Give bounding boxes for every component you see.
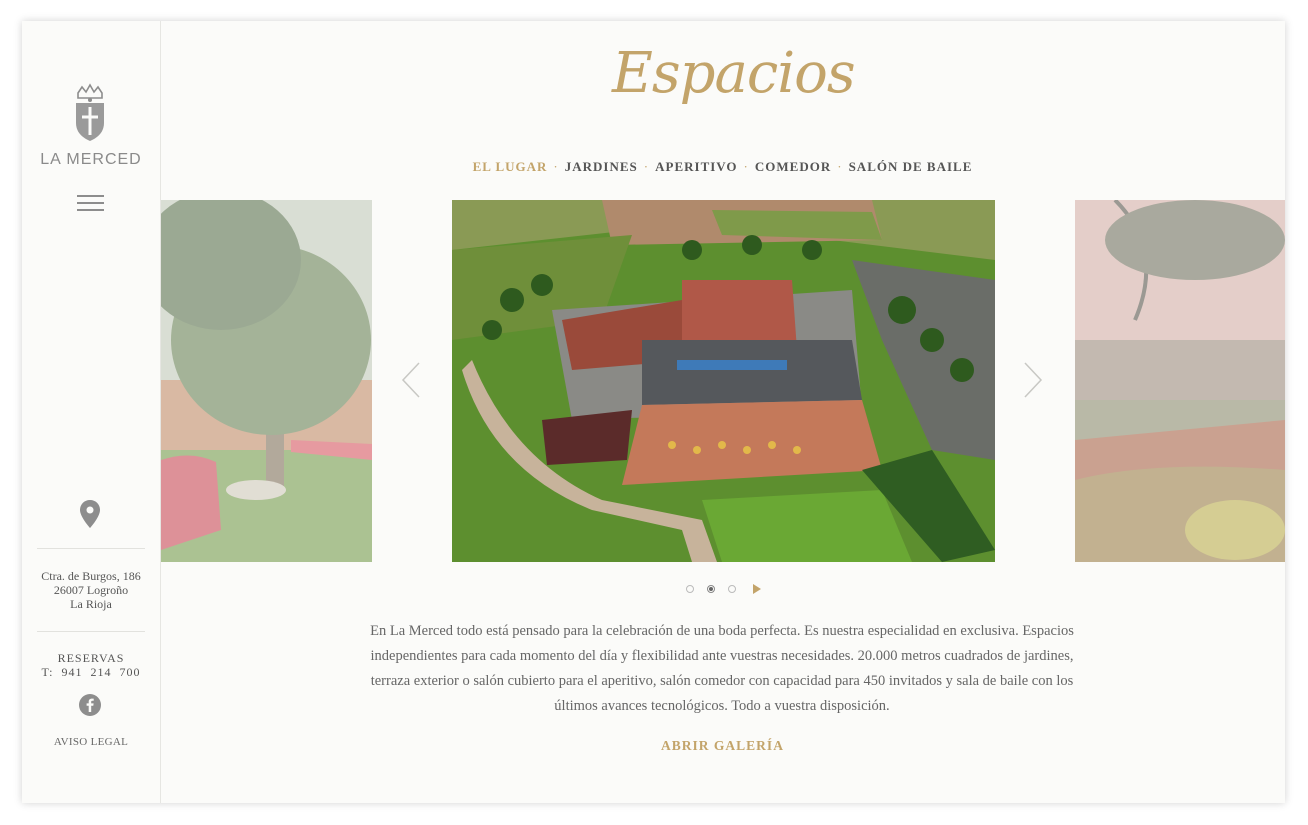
carousel-slide-previous[interactable] (161, 200, 372, 562)
address: Ctra. de Burgos, 186 26007 Logroño La Ri… (22, 569, 160, 611)
olive-tree-garden-image (161, 200, 372, 562)
description-text: En La Merced todo está pensado para la c… (370, 623, 1074, 714)
reservas-block: RESERVAS T: 941 214 700 (22, 651, 160, 679)
nav-separator: · (837, 159, 843, 174)
nav-item-comedor[interactable]: COMEDOR (755, 159, 831, 174)
divider (37, 631, 145, 632)
nav-item-salon-de-baile[interactable]: SALÓN DE BAILE (849, 159, 973, 174)
vineyard-sunset-image (1075, 200, 1285, 562)
carousel-dot-1[interactable] (686, 585, 694, 593)
nav-item-aperitivo[interactable]: APERITIVO (655, 159, 737, 174)
brand-name[interactable]: LA MERCED (22, 151, 160, 169)
map-pin-icon (80, 500, 100, 528)
divider (37, 548, 145, 549)
carousel-dot-3[interactable] (728, 585, 736, 593)
nav-item-el-lugar[interactable]: EL LUGAR (473, 159, 548, 174)
legal-link[interactable]: AVISO LEGAL (22, 736, 160, 748)
carousel-slide-active[interactable] (452, 200, 995, 562)
sidebar: LA MERCED Ctra. de Burgos, 186 26007 Log… (22, 21, 161, 803)
section-nav: EL LUGAR · JARDINES · APERITIVO · COMEDOR · SALÓ… (160, 159, 1285, 175)
address-line-1: Ctra. de Burgos, 186 (41, 569, 141, 583)
reservas-label: RESERVAS (57, 651, 125, 665)
crest-icon[interactable] (72, 83, 108, 143)
chevron-right-icon[interactable] (1022, 361, 1044, 399)
chevron-left-icon[interactable] (400, 361, 422, 399)
nav-separator: · (553, 159, 559, 174)
nav-separator: · (643, 159, 650, 174)
nav-separator: · (743, 159, 749, 174)
facebook-icon[interactable] (79, 694, 101, 716)
carousel-dot-2[interactable] (707, 585, 715, 593)
page-frame: LA MERCED Ctra. de Burgos, 186 26007 Log… (22, 21, 1285, 803)
open-gallery-link[interactable]: ABRIR GALERÍA (160, 738, 1285, 754)
address-line-2: 26007 Logroño (53, 583, 129, 597)
address-line-3: La Rioja (70, 597, 112, 611)
phone-number[interactable]: T: 941 214 700 (22, 665, 160, 679)
hamburger-menu-icon[interactable] (77, 195, 104, 215)
nav-item-jardines[interactable]: JARDINES (565, 159, 638, 174)
aerial-venue-image (452, 200, 995, 562)
play-icon[interactable] (753, 584, 761, 594)
page-title: Espacios (612, 41, 856, 106)
carousel-slide-next[interactable] (1075, 200, 1285, 562)
